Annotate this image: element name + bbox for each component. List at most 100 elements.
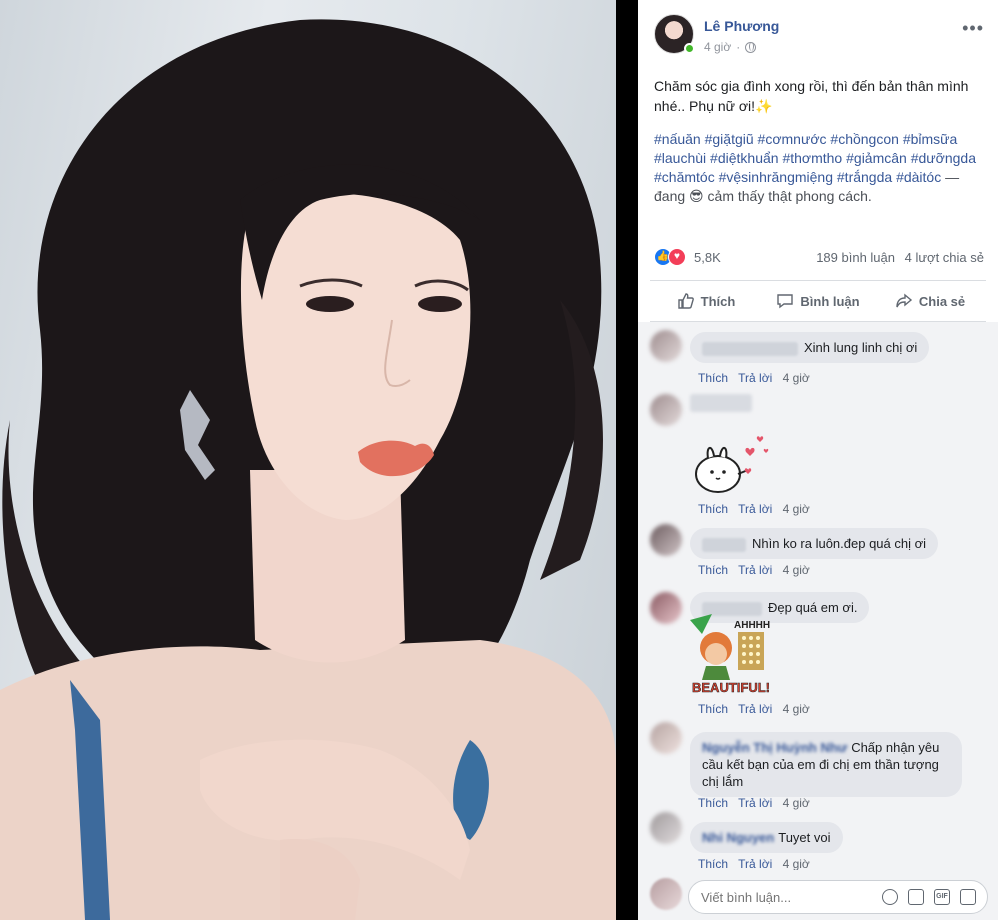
comment-time[interactable]: 4 giờ — [783, 702, 810, 716]
comment-actions: Thích Trả lời 4 giờ — [698, 857, 817, 871]
hashtag-link[interactable]: #thơmtho — [782, 150, 842, 166]
composer-icons: GIF — [882, 889, 976, 905]
comment-bubble: Xinh lung linh chị ơi — [690, 332, 930, 363]
viewer-divider — [616, 0, 638, 920]
post-text: Chăm sóc gia đình xong rồi, thì đến bản … — [654, 78, 969, 114]
hashtag-link[interactable]: #nấuăn — [654, 131, 701, 147]
hashtag-link[interactable]: #vệsinhrăngmiệng — [719, 169, 833, 185]
comment-time[interactable]: 4 giờ — [783, 371, 810, 385]
comment-bubble: Nhìn ko ra luôn.đep quá chị ơi — [690, 528, 939, 559]
thumbs-up-icon — [677, 293, 694, 309]
commenter-avatar[interactable] — [650, 524, 682, 556]
emoji-icon[interactable] — [882, 889, 898, 905]
gif-icon[interactable]: GIF — [934, 889, 950, 905]
camera-icon[interactable] — [908, 889, 924, 905]
like-label: Thích — [700, 293, 736, 309]
hashtag-link[interactable]: #diệtkhuẩn — [710, 150, 779, 166]
commenter-avatar[interactable] — [650, 592, 682, 624]
hashtag-link[interactable]: #lauchùi — [654, 150, 706, 166]
comment-time[interactable]: 4 giờ — [783, 857, 810, 871]
current-user-avatar — [650, 878, 682, 910]
commenter-avatar[interactable] — [650, 812, 682, 844]
comment-reply-link[interactable]: Trả lời — [738, 702, 772, 716]
share-count[interactable]: 4 lượt chia sẻ — [905, 250, 984, 265]
commenter-name-masked[interactable] — [702, 341, 798, 356]
feeling-emoji: 😎 — [689, 188, 704, 204]
comment-reply-link[interactable]: Trả lời — [738, 563, 772, 577]
commenter-avatar[interactable] — [650, 722, 682, 754]
comment-text: Nhìn ko ra luôn.đep quá chị ơi — [752, 536, 927, 551]
commenter-avatar[interactable] — [650, 394, 682, 426]
post-time[interactable]: 4 giờ — [704, 40, 731, 54]
comment-actions: Thích Trả lời 4 giờ — [698, 563, 817, 577]
reaction-count[interactable]: 5,8K — [694, 250, 721, 265]
comment-list: Xinh lung linh chị ơi Thích Trả lời 4 gi… — [638, 322, 998, 871]
comment-bubble: Nhi Nguyen Tuyet voi — [690, 822, 843, 853]
bunny-hearts-sticker[interactable] — [690, 430, 772, 498]
comment-like-link[interactable]: Thích — [698, 796, 728, 810]
post-panel: Lê Phương 4 giờ · ••• Chăm sóc gia đình … — [638, 0, 998, 920]
comment-time[interactable]: 4 giờ — [783, 796, 810, 810]
commenter-name[interactable]: Nhi Nguyen — [702, 830, 774, 845]
comment-count[interactable]: 189 bình luận — [816, 250, 895, 265]
hashtag-link[interactable]: #trắngda — [837, 169, 892, 185]
comment-reply-link[interactable]: Trả lời — [738, 371, 772, 385]
comment-time[interactable]: 4 giờ — [783, 563, 810, 577]
comment-like-link[interactable]: Thích — [698, 502, 728, 516]
hashtag-link[interactable]: #bỉmsữa — [903, 131, 958, 147]
commenter-name[interactable]: Nguyễn Thị Huỳnh Như — [702, 740, 847, 755]
post-hashtags: #nấuăn #giặtgiũ #cơmnước #chồngcon #bỉms… — [654, 130, 984, 206]
comment-like-link[interactable]: Thích — [698, 702, 728, 716]
post-meta: 4 giờ · — [704, 40, 757, 54]
comment-label: Bình luận — [800, 293, 860, 309]
comment-actions: Thích Trả lời 4 giờ — [698, 502, 817, 516]
comment-bubble: Nguyễn Thị Huỳnh Như Chấp nhận yêu cầu kế… — [690, 732, 962, 797]
comment-composer: GIF — [638, 870, 998, 920]
commenter-avatar[interactable] — [650, 330, 682, 362]
hashtag-link[interactable]: #dưỡngda — [911, 150, 976, 166]
comment-actions: Thích Trả lời 4 giờ — [698, 371, 817, 385]
share-icon — [896, 293, 912, 308]
commenter-name-masked[interactable] — [702, 537, 746, 552]
author-name[interactable]: Lê Phương — [704, 18, 779, 34]
comment-text: Tuyet voi — [778, 830, 831, 845]
comment-reply-link[interactable]: Trả lời — [738, 857, 772, 871]
comment-text: Xinh lung linh chị ơi — [804, 340, 918, 355]
hashtag-link[interactable]: #giảmcân — [846, 150, 907, 166]
commenter-name-masked[interactable] — [690, 394, 752, 412]
post-photo[interactable] — [0, 0, 616, 920]
hashtag-link[interactable]: #chămtóc — [654, 169, 715, 185]
comment-actions: Thích Trả lời 4 giờ — [698, 796, 817, 810]
ellipsis-icon[interactable]: ••• — [962, 18, 984, 39]
share-button[interactable]: Chia sẻ — [874, 281, 986, 321]
action-bar: Thích Bình luận Chia sẻ — [650, 280, 986, 322]
comment-like-link[interactable]: Thích — [698, 371, 728, 385]
comment-like-link[interactable]: Thích — [698, 857, 728, 871]
comment-time[interactable]: 4 giờ — [783, 502, 810, 516]
sticker-bottom-text: BEAUTIFUL! — [692, 680, 770, 695]
share-label: Chia sẻ — [918, 293, 966, 309]
comment-like-link[interactable]: Thích — [698, 563, 728, 577]
hashtag-link[interactable]: #dàitóc — [896, 169, 941, 185]
hashtag-link[interactable]: #giặtgiũ — [705, 131, 754, 147]
feeling-text: cảm thấy thật phong cách. — [707, 188, 872, 204]
portrait-image — [0, 19, 616, 920]
comment-icon — [777, 294, 794, 309]
sticker-top-text: AHHHH — [734, 620, 770, 631]
comment-reply-link[interactable]: Trả lời — [738, 502, 772, 516]
comment-actions: Thích Trả lời 4 giờ — [698, 702, 817, 716]
comment-button[interactable]: Bình luận — [762, 281, 874, 321]
like-button[interactable]: Thích — [650, 281, 762, 321]
photo-viewer: Lê Phương 4 giờ · ••• Chăm sóc gia đình … — [0, 0, 998, 920]
comment-text: Đẹp quá em ơi. — [768, 600, 858, 615]
post-header: Lê Phương 4 giờ · ••• — [654, 14, 984, 60]
love-reaction-icon[interactable]: ♥ — [668, 248, 686, 266]
stat-right: 189 bình luận 4 lượt chia sẻ — [810, 250, 984, 265]
sticker-icon[interactable] — [960, 889, 976, 905]
online-status-icon — [684, 43, 695, 54]
beautiful-sticker[interactable]: AHHHH BEAUTIFUL! — [690, 614, 774, 696]
comment-reply-link[interactable]: Trả lời — [738, 796, 772, 810]
globe-icon[interactable] — [745, 41, 757, 53]
hashtag-link[interactable]: #chồngcon — [830, 131, 899, 147]
hashtag-link[interactable]: #cơmnước — [758, 131, 827, 147]
